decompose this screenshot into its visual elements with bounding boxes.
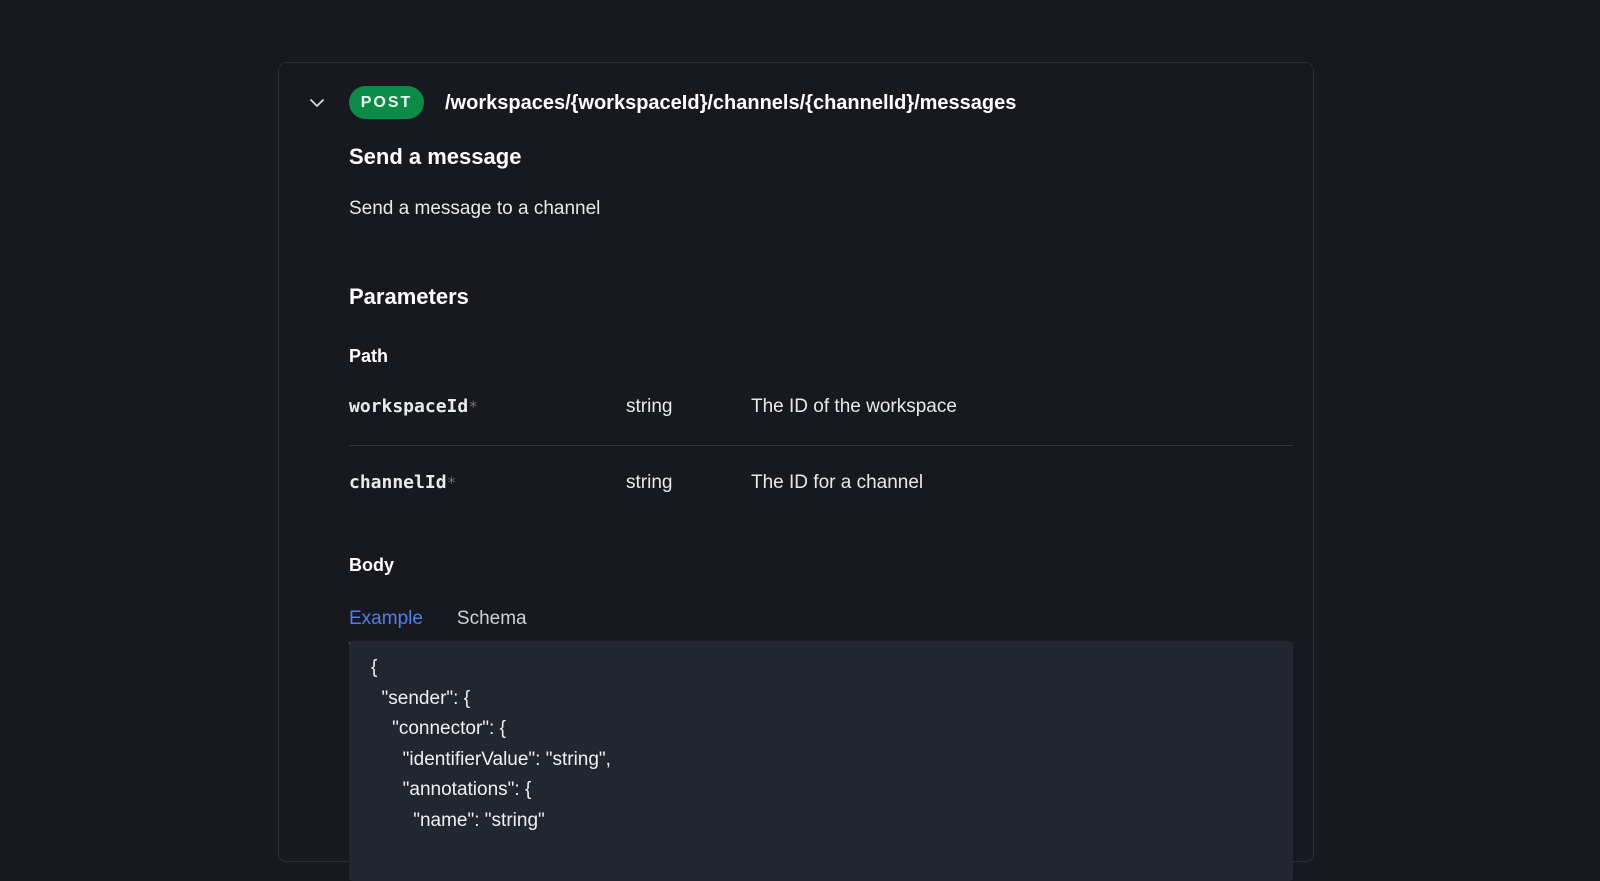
param-description: The ID for a channel [751,472,924,493]
param-row: channelId* string The ID for a channel [349,445,1293,521]
param-type: string [626,472,673,493]
endpoint-card: POST /workspaces/{workspaceId}/channels/… [278,62,1314,881]
path-params-heading: Path [349,346,389,366]
endpoint-path: /workspaces/{workspaceId}/channels/{chan… [445,92,1017,114]
code-line: "name": "string" [371,809,545,831]
param-row: workspaceId* string The ID of the worksp… [349,369,1293,446]
tab-example[interactable]: Example [349,603,423,645]
param-name: workspaceId* [349,396,478,417]
operation-description: Send a message to a channel [349,198,601,219]
example-code-block: { "sender": { "connector": { "identifier… [349,641,1293,881]
required-marker: * [447,473,456,492]
code-line: "identifierValue": "string", [371,748,611,770]
chevron-down-icon[interactable] [307,93,327,113]
param-type: string [626,396,673,417]
code-line: "annotations": { [371,779,532,800]
required-marker: * [469,397,478,416]
operation-title: Send a message [349,144,522,169]
code-line: "connector": { [371,718,506,739]
param-name: channelId* [349,472,456,493]
code-line: { [371,657,378,678]
parameters-heading: Parameters [349,284,469,309]
http-method-badge: POST [349,86,424,119]
param-description: The ID of the workspace [751,396,957,417]
tab-schema[interactable]: Schema [457,603,527,645]
body-tabs: Example Schema [349,603,527,645]
body-heading: Body [349,555,394,575]
code-line: "sender": { [371,687,471,709]
